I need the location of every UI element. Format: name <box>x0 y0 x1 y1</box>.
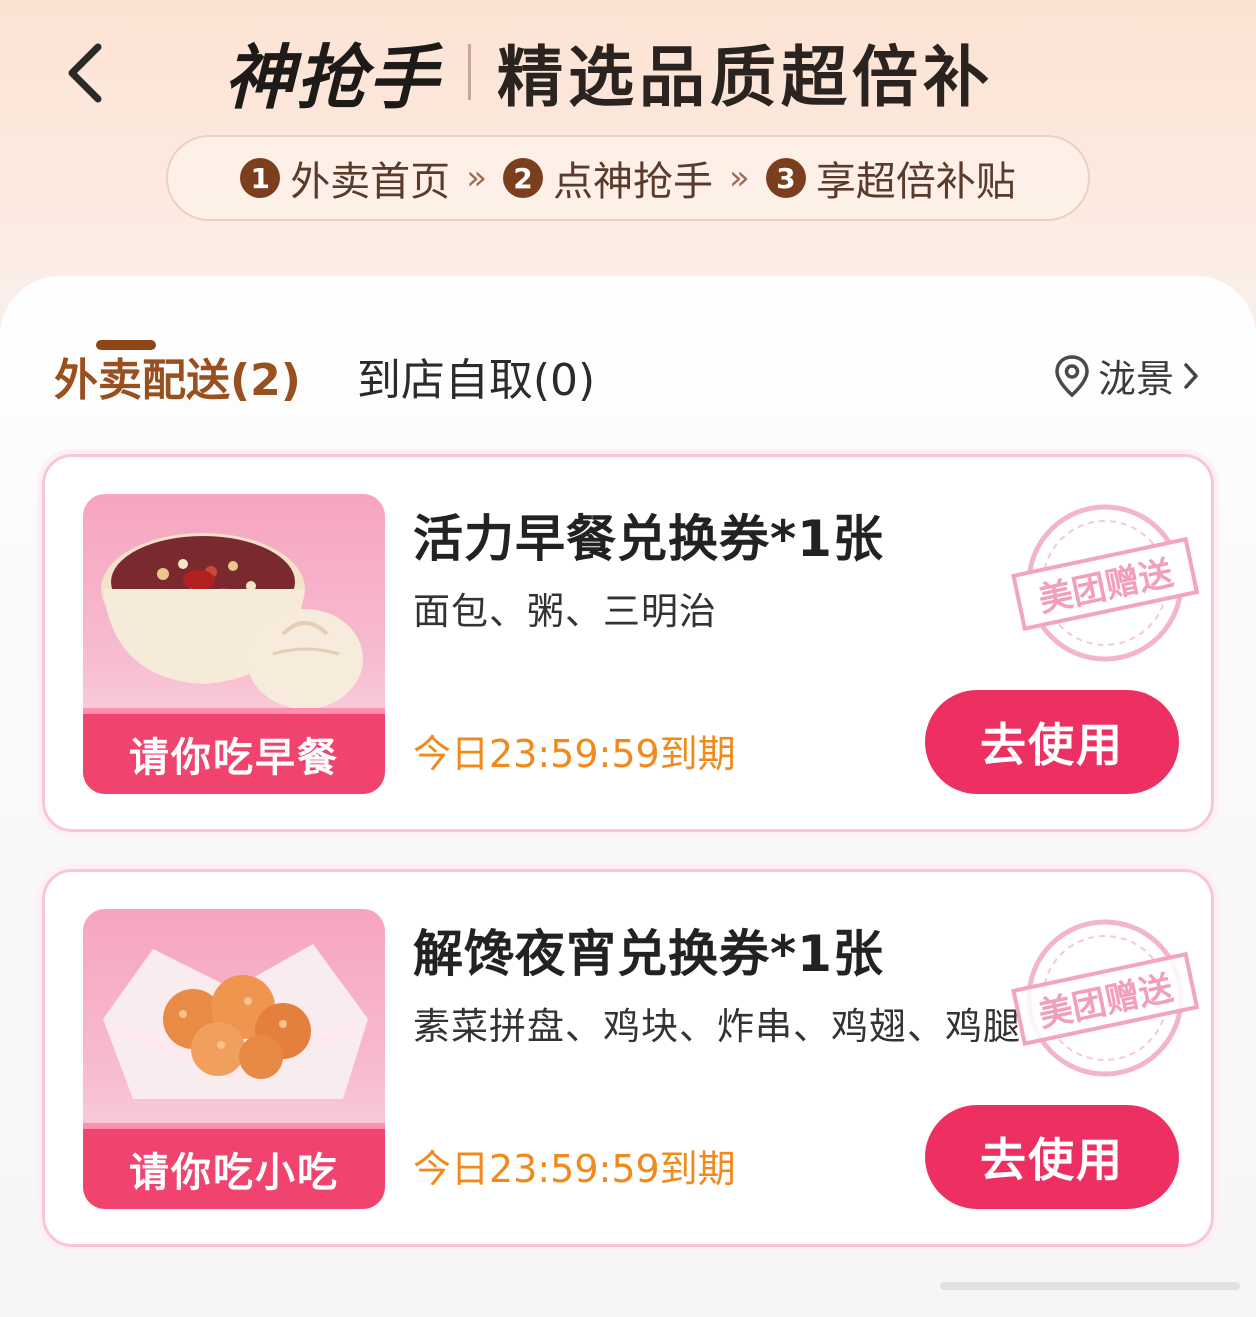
active-tab-indicator <box>96 340 156 350</box>
coupon-card[interactable]: 请你吃小吃 解馋夜宵兑换券*1张 素菜拼盘、鸡块、炸串、鸡翅、鸡腿 今日23:5… <box>42 869 1214 1247</box>
step-number: 2 <box>503 158 543 198</box>
slogan: 精选品质超倍补 <box>497 39 994 116</box>
porridge-bun-icon <box>101 533 363 709</box>
coupon-image: 请你吃早餐 <box>83 494 385 794</box>
coupon-card[interactable]: 请你吃早餐 活力早餐兑换券*1张 面包、粥、三明治 今日23:59:59到期 美… <box>42 454 1214 832</box>
use-coupon-button[interactable]: 去使用 <box>925 1105 1179 1209</box>
step-label: 外卖首页 <box>290 159 451 205</box>
location-label: 泷景 <box>1097 357 1174 401</box>
gift-stamp: 美团赠送 <box>1005 501 1205 671</box>
chevron-right-icon <box>1184 362 1198 389</box>
coupon-items: 素菜拼盘、鸡块、炸串、鸡翅、鸡腿 <box>413 1005 1021 1048</box>
coupon-title: 解馋夜宵兑换券*1张 <box>413 925 884 983</box>
coupon-panel: 外卖配送(2) 到店自取(0) 泷景 请你吃早餐 活力早餐兑换券*1张 面包、粥… <box>0 276 1256 1317</box>
back-button[interactable] <box>54 38 114 108</box>
stamp-icon: 美团赠送 <box>1011 919 1200 1077</box>
step-3: 3 享超倍补贴 <box>765 149 1016 207</box>
step-label: 享超倍补贴 <box>815 159 1016 205</box>
step-1: 1 外卖首页 <box>240 149 450 207</box>
page-title: 神抢手 精选品质超倍补 <box>224 22 994 122</box>
step-number: 1 <box>240 158 281 198</box>
coupon-expiry: 今日23:59:59到期 <box>413 1147 736 1191</box>
coupon-image-label: 请你吃早餐 <box>83 708 385 794</box>
location-selector[interactable]: 泷景 <box>1054 348 1200 403</box>
step-number: 3 <box>765 158 806 198</box>
step-label: 点神抢手 <box>553 159 713 205</box>
location-pin-icon <box>1055 354 1089 397</box>
coupon-expiry: 今日23:59:59到期 <box>413 732 736 776</box>
brand-logo-text: 神抢手 <box>224 36 440 119</box>
tab-delivery[interactable]: 外卖配送(2) <box>54 344 301 408</box>
chevron-left-icon <box>68 43 102 103</box>
use-coupon-button[interactable]: 去使用 <box>925 690 1179 794</box>
steps-guide: 1 外卖首页 » 2 点神抢手 » 3 享超倍补贴 <box>166 135 1090 221</box>
double-chevron-icon: » <box>466 158 487 198</box>
coupon-image-label: 请你吃小吃 <box>83 1123 385 1209</box>
gift-stamp: 美团赠送 <box>1005 916 1205 1086</box>
tab-pickup[interactable]: 到店自取(0) <box>357 344 595 408</box>
double-chevron-icon: » <box>729 158 750 198</box>
title-divider <box>468 44 471 100</box>
fried-chicken-icon <box>103 944 368 1099</box>
coupon-title: 活力早餐兑换券*1张 <box>413 510 884 568</box>
scroll-indicator <box>940 1282 1240 1290</box>
coupon-image: 请你吃小吃 <box>83 909 385 1209</box>
stamp-icon: 美团赠送 <box>1011 504 1200 662</box>
step-2: 2 点神抢手 <box>503 149 713 207</box>
coupon-items: 面包、粥、三明治 <box>413 590 717 633</box>
tab-bar: 外卖配送(2) 到店自取(0) <box>54 344 595 408</box>
